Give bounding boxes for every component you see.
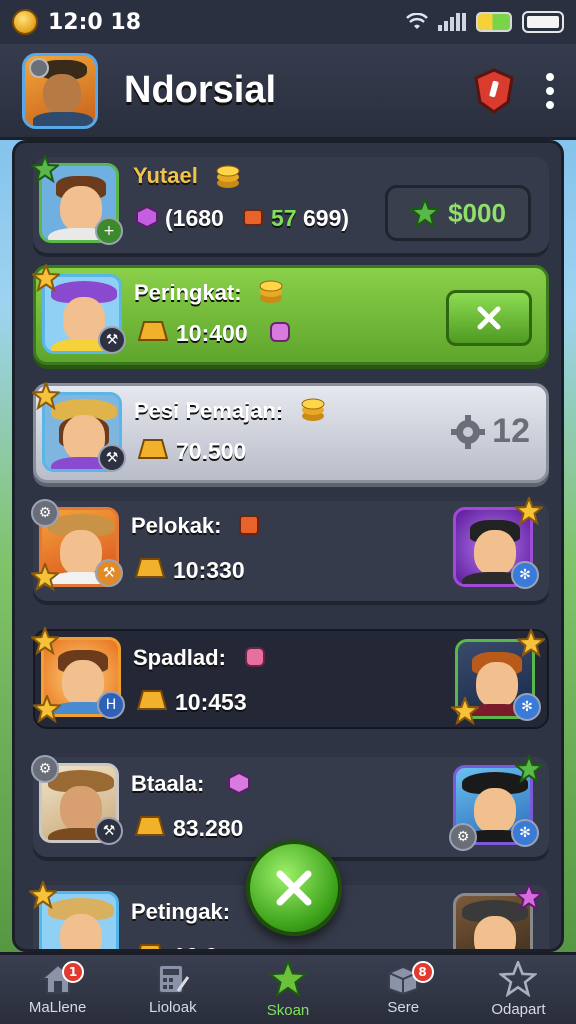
gold-badge-icon bbox=[451, 697, 479, 725]
gear-counter: 12 bbox=[450, 412, 530, 451]
star-outline-icon bbox=[499, 961, 538, 997]
calculator-icon bbox=[157, 964, 190, 994]
player-score: 699) bbox=[303, 205, 350, 231]
snow-badge-icon: ✻ bbox=[511, 819, 539, 847]
rank-label: Spadlad: bbox=[133, 645, 226, 670]
rank-value: 10:330 bbox=[173, 557, 245, 583]
rank-label: Peringkat: bbox=[134, 280, 242, 305]
star-badge-icon bbox=[517, 629, 545, 657]
rank-label: Btaala: bbox=[131, 771, 205, 796]
app-header: Ndorsial bbox=[0, 44, 576, 140]
rank-value: 10:453 bbox=[175, 689, 247, 715]
tool-badge-icon: ⚒ bbox=[95, 559, 123, 587]
cash-button[interactable]: $000 bbox=[385, 185, 531, 241]
star-badge-icon bbox=[515, 755, 543, 783]
gear-icon bbox=[451, 414, 486, 449]
tab-label: Lioloak bbox=[149, 999, 197, 1016]
gem-icon bbox=[270, 322, 290, 342]
profile-avatar[interactable] bbox=[22, 52, 98, 129]
rank-value: 70.500 bbox=[176, 438, 247, 464]
more-options-icon[interactable] bbox=[546, 72, 554, 109]
snow-badge-icon: ✻ bbox=[513, 693, 541, 721]
wifi-icon bbox=[406, 13, 428, 29]
player-bricks: 57 bbox=[271, 205, 297, 231]
star-badge-icon bbox=[32, 264, 60, 292]
player-name: Yutael bbox=[133, 163, 198, 188]
tab-label: Odapart bbox=[491, 1001, 546, 1018]
rank-label: Pesi Pemajan: bbox=[134, 398, 284, 423]
cash-label: $000 bbox=[448, 197, 506, 228]
brick-icon bbox=[239, 515, 259, 535]
tab-badge: 8 bbox=[411, 961, 434, 983]
rank-value: 83.280 bbox=[173, 815, 244, 841]
gold-bar-icon bbox=[138, 439, 168, 459]
gear-count-value: 12 bbox=[492, 412, 530, 450]
status-bar: 12:0 18 bbox=[0, 0, 576, 44]
player-gems: (1680 bbox=[165, 205, 224, 231]
tool-badge-icon: ⚒ bbox=[98, 326, 126, 354]
tool-badge-icon: ⚒ bbox=[98, 444, 126, 472]
star-badge-icon bbox=[515, 883, 543, 911]
h-badge-icon: H bbox=[97, 691, 125, 719]
bottom-tab-bar: 1 MaLlene Lioloak Skoan 8 Sere Odapart bbox=[0, 952, 576, 1024]
snow-badge-icon: ✻ bbox=[511, 561, 539, 589]
gold-bar-icon bbox=[137, 690, 167, 710]
my-player-row: + Yutael (1680 57 699) $000 bbox=[31, 155, 549, 253]
alert-shield-icon[interactable] bbox=[472, 67, 516, 114]
star-icon bbox=[410, 198, 441, 228]
coin-icon bbox=[12, 9, 38, 35]
close-button[interactable] bbox=[446, 290, 532, 346]
battery-saver-icon bbox=[476, 12, 512, 32]
star-badge-icon bbox=[31, 627, 59, 655]
tab-label: Sere bbox=[387, 999, 420, 1016]
brick-icon bbox=[243, 209, 263, 226]
gold-badge-icon bbox=[31, 563, 59, 591]
gold-bar-icon bbox=[138, 944, 162, 949]
plus-badge-icon: + bbox=[95, 217, 123, 245]
gear-badge-icon: ⚙ bbox=[31, 755, 59, 783]
tab-calculator[interactable]: Lioloak bbox=[115, 955, 230, 1024]
star-badge-icon bbox=[31, 155, 59, 183]
close-icon bbox=[276, 870, 312, 906]
rank-value: 10.0 bbox=[173, 943, 218, 949]
rank-row[interactable]: ⚒ Pesi Pemajan: 70.500 12 bbox=[32, 382, 549, 483]
star-badge-icon bbox=[29, 881, 57, 909]
tab-star[interactable]: Skoan bbox=[230, 955, 345, 1024]
battery-icon bbox=[522, 11, 564, 33]
coin-stack-icon bbox=[258, 280, 284, 304]
gear-badge-icon: ⚙ bbox=[449, 823, 477, 851]
coin-stack-icon bbox=[300, 398, 326, 422]
rank-value: 10:400 bbox=[176, 320, 248, 346]
tool-badge-icon: ⚒ bbox=[95, 817, 123, 845]
gem-icon bbox=[228, 771, 250, 795]
close-icon bbox=[477, 306, 501, 330]
star-icon bbox=[268, 960, 308, 998]
status-time: 12:0 18 bbox=[48, 9, 141, 35]
star-badge-icon bbox=[32, 382, 60, 410]
tab-favorites[interactable]: Odapart bbox=[461, 955, 576, 1024]
close-fab-button[interactable] bbox=[246, 840, 342, 936]
gold-bar-icon bbox=[135, 816, 165, 836]
rank-row[interactable]: ⚙ ⚒ Pelokak: 10:330 ✻ bbox=[31, 497, 549, 601]
tab-box[interactable]: 8 Sere bbox=[346, 955, 461, 1024]
rank-row[interactable]: ⚒ Peringkat: 10:400 bbox=[32, 264, 549, 365]
gold-bar-icon bbox=[138, 321, 168, 341]
gem-icon bbox=[245, 647, 265, 667]
coin-stack-icon bbox=[215, 165, 241, 189]
gold-bar-icon bbox=[135, 558, 165, 578]
leaderboard-panel: + Yutael (1680 57 699) $000 ⚒ Peringkat: bbox=[12, 140, 564, 952]
rank-row[interactable]: H Spadlad: 10:453 ✻ bbox=[31, 627, 549, 729]
tab-home[interactable]: 1 MaLlene bbox=[0, 955, 115, 1024]
tab-label: Skoan bbox=[266, 1002, 310, 1019]
gem-icon bbox=[136, 205, 158, 229]
gear-badge-icon: ⚙ bbox=[31, 499, 59, 527]
gold-badge-icon bbox=[33, 695, 61, 723]
rank-label: Pelokak: bbox=[131, 513, 222, 538]
tab-badge: 1 bbox=[62, 961, 84, 983]
page-title: Ndorsial bbox=[124, 69, 277, 111]
star-badge-icon bbox=[515, 497, 543, 525]
rank-label: Petingak: bbox=[131, 899, 231, 924]
tab-label: MaLlene bbox=[28, 999, 87, 1016]
signal-icon bbox=[438, 13, 466, 31]
